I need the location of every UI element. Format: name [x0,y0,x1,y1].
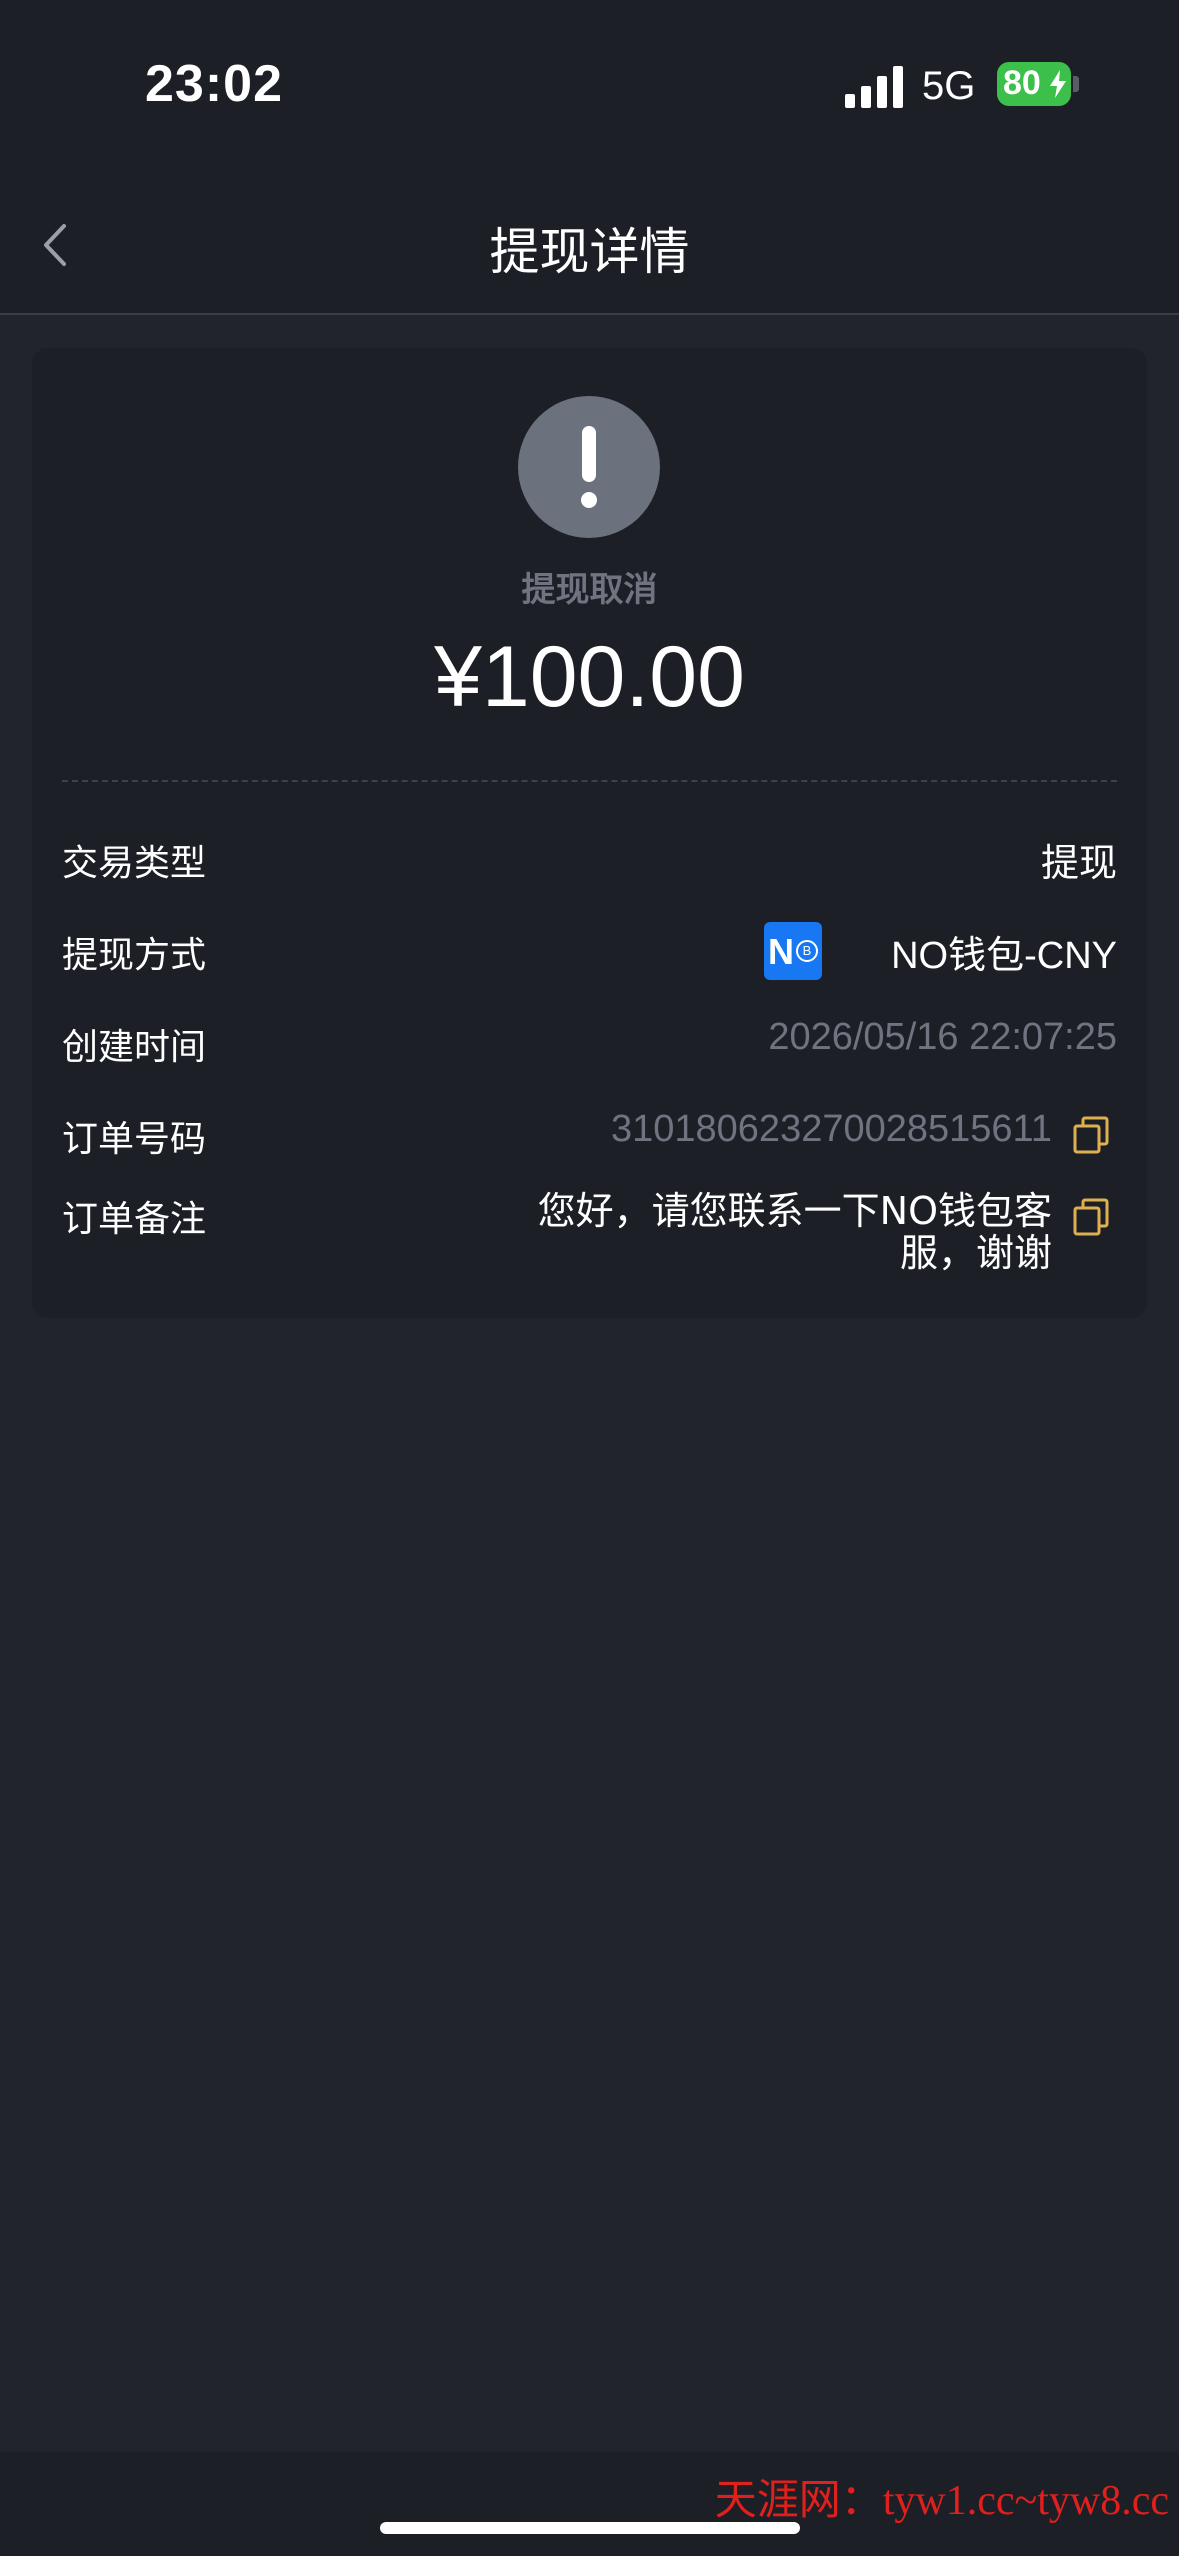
remark-label: 订单备注 [62,1199,207,1240]
type-label: 交易类型 [62,843,207,884]
wallet-logo-coin: B [796,940,818,962]
divider [62,780,1117,782]
nav-bar: 提现详情 [0,180,1179,315]
copy-remark-icon[interactable] [1071,1196,1111,1236]
status-bar: 23:02 5G 80 [0,0,1179,180]
exclamation-icon [581,426,597,508]
charging-bolt-icon [1050,70,1066,98]
signal-icon [845,66,903,108]
watermark: 天涯网：tyw1.cc~tyw8.cc [714,2478,1169,2524]
method-label: 提现方式 [62,935,207,976]
created-value: 2026/05/16 22:07:25 [768,1016,1117,1058]
wallet-logo-letter: N [768,931,794,972]
amount: ¥100.00 [434,629,745,725]
network-label: 5G [922,64,976,108]
bottom-bar: 天涯网：tyw1.cc~tyw8.cc [0,2452,1179,2556]
status-time: 23:02 [145,55,283,113]
type-value: 提现 [1040,843,1117,885]
home-indicator[interactable] [380,2522,800,2534]
status-text: 提现取消 [521,570,658,610]
battery-level: 80 [1003,64,1041,102]
battery-icon: 80 [997,62,1079,106]
status-circle [518,396,660,538]
battery-body: 80 [997,62,1071,106]
order-value: 3101806232700285156​11 [611,1108,1052,1150]
created-label: 创建时间 [62,1027,207,1068]
order-label: 订单号码 [62,1119,207,1160]
battery-cap [1073,76,1079,92]
wallet-logo-icon: N B [764,922,822,980]
remark-value: 您好，请您联系一下NO钱包客服，谢谢 [537,1189,1052,1275]
copy-order-icon[interactable] [1071,1114,1111,1154]
method-value: NO钱包-CNY [891,935,1117,977]
withdrawal-detail-card: 提现取消 ¥100.00 交易类型 提现 提现方式 N B NO钱包-CNY 创… [32,348,1147,1318]
page-title: 提现详情 [489,223,690,281]
